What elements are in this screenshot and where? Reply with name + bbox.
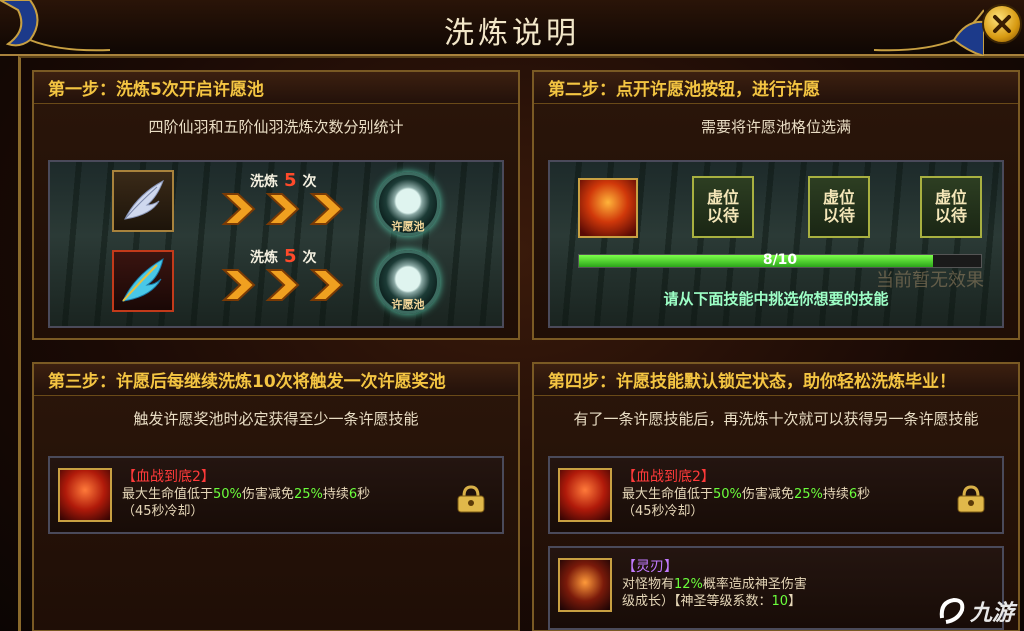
skill-description: 最大生命值低于50%伤害减免25%持续6秒 （45秒冷却） — [622, 487, 871, 519]
selected-skill-icon[interactable] — [578, 178, 638, 238]
step1-subtitle: 四阶仙羽和五阶仙羽洗炼次数分别统计 — [148, 118, 404, 136]
lock-icon[interactable] — [454, 484, 488, 514]
wash-count-label-1: 洗炼 5 次 — [250, 170, 317, 191]
title-bar: 洗炼说明 — [0, 0, 1024, 56]
step3-panel: 第三步：许愿后每继续洗炼10次将触发一次许愿奖池 触发许愿奖池时必定获得至少一条… — [32, 362, 520, 631]
lock-icon[interactable] — [954, 484, 988, 514]
chevron-right-icon — [221, 269, 256, 301]
chevron-right-icon — [221, 193, 256, 225]
arrow-group-2 — [220, 268, 348, 302]
wish-pool-label: 许愿池 — [391, 298, 425, 311]
watermark-text: 九游 — [969, 601, 1014, 626]
chevron-right-icon — [265, 193, 300, 225]
page-title: 洗炼说明 — [444, 16, 580, 51]
wish-pool-label: 许愿池 — [391, 220, 425, 233]
step4-header: 第四步：许愿技能默认锁定状态，助你轻松洗炼毕业！ — [534, 364, 1018, 396]
step2-subtitle: 需要将许愿池格位选满 — [700, 118, 851, 136]
step4-subtitle: 有了一条许愿技能后，再洗炼十次就可以获得另一条许愿技能 — [573, 410, 979, 428]
step2-illustration: 虚位 以待 虚位 以待 虚位 以待 8/10 当前暂无效果 请从下面技能中挑选你想要的… — [548, 160, 1004, 328]
skill-icon — [558, 558, 612, 612]
wish-slot-3[interactable]: 虚位 以待 — [920, 176, 982, 238]
step3-header: 第三步：许愿后每继续洗炼10次将触发一次许愿奖池 — [34, 364, 518, 396]
feather-tier4 — [112, 170, 174, 232]
step4-panel: 第四步：许愿技能默认锁定状态，助你轻松洗炼毕业！ 有了一条许愿技能后，再洗炼十次… — [532, 362, 1020, 631]
step1-panel: 第一步：洗炼5次开启许愿池 四阶仙羽和五阶仙羽洗炼次数分别统计 洗炼 5 次 许… — [32, 70, 520, 340]
skill-name: 【灵刃】 — [622, 559, 678, 575]
close-button[interactable] — [982, 4, 1022, 44]
skill-icon — [558, 468, 612, 522]
wish-slot-2[interactable]: 虚位 以待 — [808, 176, 870, 238]
skill-description: 对怪物有12%概率造成神圣伤害 级成长）【神圣等级系数：10】 — [622, 577, 807, 609]
skill-row-blood: 【血战到底2】 最大生命值低于50%伤害减免25%持续6秒 （45秒冷却） — [548, 456, 1004, 534]
arrow-group-1 — [220, 192, 348, 226]
step2-panel: 第二步：点开许愿池按钮，进行许愿 需要将许愿池格位选满 虚位 以待 虚位 以待 虚位… — [532, 70, 1020, 340]
step1-header: 第一步：洗炼5次开启许愿池 — [34, 72, 518, 104]
close-icon — [993, 15, 1011, 33]
skill-icon — [58, 468, 112, 522]
skill-name: 【血战到底2】 — [622, 469, 715, 485]
window-frame: 洗炼说明 第一步：洗炼5次开启许愿池 四阶仙羽和五阶仙羽洗炼次数分别统计 洗炼 … — [0, 0, 1024, 631]
wish-slot-1[interactable]: 虚位 以待 — [692, 176, 754, 238]
chevron-right-icon — [309, 269, 344, 301]
skill-row-blood: 【血战到底2】 最大生命值低于50%伤害减免25%持续6秒 （45秒冷却） — [48, 456, 504, 534]
wash-count-label-2: 洗炼 5 次 — [250, 246, 317, 267]
skill-description: 最大生命值低于50%伤害减免25%持续6秒 （45秒冷却） — [122, 487, 371, 519]
chevron-right-icon — [309, 193, 344, 225]
feather-tier5 — [112, 250, 174, 312]
step1-illustration: 洗炼 5 次 许愿池 洗炼 5 次 许愿池 — [48, 160, 504, 328]
skill-name: 【血战到底2】 — [122, 469, 215, 485]
step3-subtitle: 触发许愿奖池时必定获得至少一条许愿技能 — [133, 410, 419, 428]
feather-icon — [122, 258, 164, 302]
chevron-right-icon — [265, 269, 300, 301]
step2-header: 第二步：点开许愿池按钮，进行许愿 — [534, 72, 1018, 104]
feather-icon — [124, 179, 164, 220]
skill-select-hint: 请从下面技能中挑选你想要的技能 — [663, 290, 889, 308]
site-watermark: 九游 — [936, 595, 1014, 627]
nine-game-logo-icon — [939, 597, 965, 624]
